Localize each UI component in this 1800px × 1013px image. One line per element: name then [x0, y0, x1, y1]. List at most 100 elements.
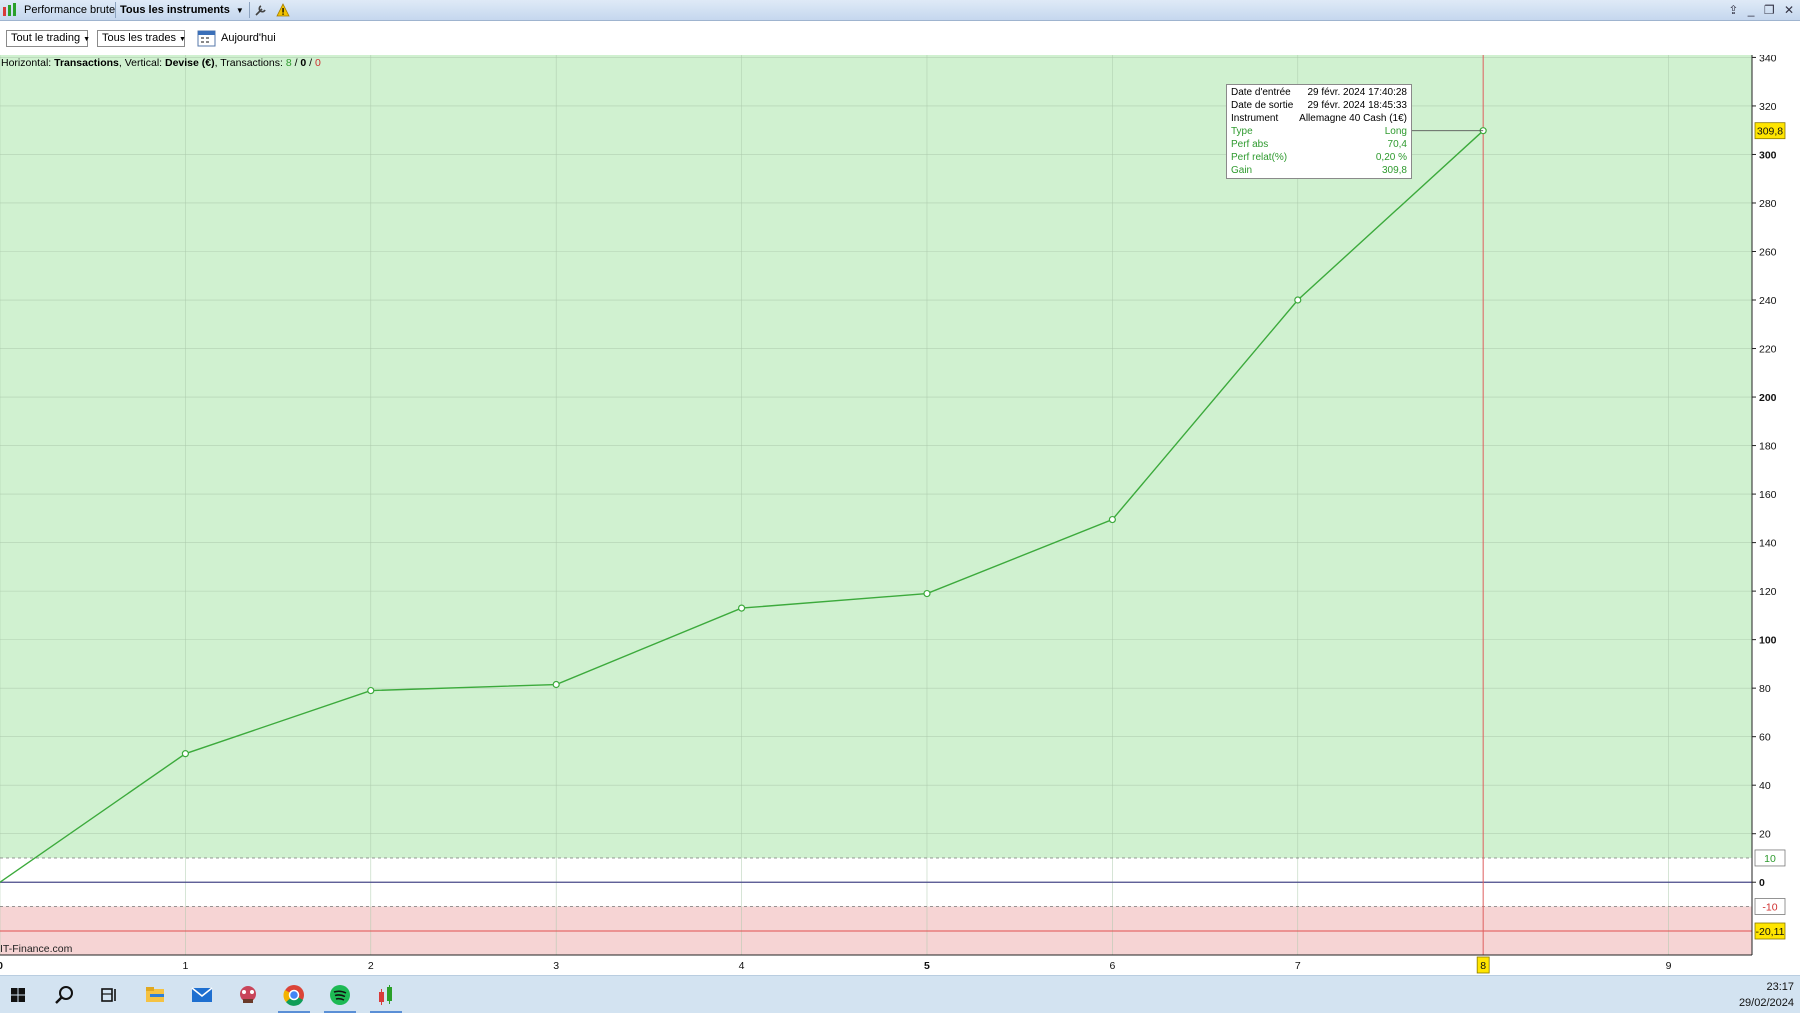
current-value-label: 309,8	[1757, 126, 1783, 138]
info-horizontal-prefix: Horizontal:	[1, 57, 55, 69]
calendar-icon[interactable]	[197, 29, 216, 50]
x-tick-label: 4	[739, 960, 745, 972]
separator	[249, 2, 250, 18]
selected-x-label: 8	[1480, 960, 1486, 972]
upper-threshold-label: 10	[1764, 853, 1776, 865]
instruments-label: Tous les instruments	[120, 4, 230, 16]
lower-threshold-label: -10	[1762, 901, 1777, 913]
y-tick-label: 220	[1759, 344, 1777, 356]
chevron-down-icon: ▼	[83, 36, 91, 43]
trades-filter-label: Tous les trades	[102, 32, 176, 44]
data-point	[737, 604, 746, 612]
wrench-icon[interactable]	[254, 3, 268, 17]
data-point	[923, 589, 931, 598]
info-horizontal-value: Transactions	[54, 57, 119, 69]
tooltip-value: 309,8	[1381, 165, 1407, 176]
tooltip-value: 0,20 %	[1375, 152, 1407, 163]
tooltip-key: Perf abs	[1231, 139, 1269, 150]
restore-icon[interactable]: ❐	[1764, 3, 1775, 17]
share-icon[interactable]: ⇪	[1728, 3, 1738, 17]
y-tick-label: 60	[1759, 732, 1771, 744]
y-tick-label: 200	[1759, 392, 1777, 404]
info-tx-losing: 0	[315, 57, 321, 69]
tooltip-key: Date de sortie	[1231, 100, 1294, 111]
chevron-down-icon: ▼	[235, 6, 244, 15]
trading-platform-icon[interactable]	[371, 980, 401, 1010]
y-axis-background	[1752, 55, 1800, 955]
chart-zones	[0, 55, 1800, 975]
performance-tab[interactable]: Performance brute	[24, 0, 115, 20]
info-tx-separator: /	[306, 57, 316, 69]
watermark-text: IT-Finance.com	[0, 943, 73, 955]
windows-start-icon[interactable]	[3, 980, 33, 1010]
tooltip-row-perf-abs: Perf abs 70,4	[1229, 138, 1409, 151]
clock-date: 29/02/2024	[1738, 997, 1794, 1009]
trades-filter-dropdown[interactable]: Tous les trades ▼	[97, 30, 186, 47]
x-axis-background	[0, 955, 1800, 975]
y-tick-label: 80	[1759, 683, 1771, 695]
info-vertical-prefix: , Vertical:	[118, 57, 165, 69]
mail-icon[interactable]	[187, 980, 217, 1010]
info-transactions-prefix: , Transactions:	[214, 57, 286, 69]
spotify-icon[interactable]	[325, 980, 355, 1010]
search-icon[interactable]	[49, 980, 79, 1010]
title-bar: Performance brute Tous les instruments ▼…	[0, 0, 1800, 21]
data-point	[552, 680, 560, 689]
y-tick-label: 180	[1759, 441, 1777, 453]
x-tick-label: 3	[553, 960, 559, 972]
tooltip-row-gain: Gain 309,8	[1229, 164, 1409, 177]
y-tick-label: 300	[1759, 149, 1777, 161]
system-clock[interactable]: 23:17 29/02/2024	[1739, 979, 1794, 1011]
chart-info-line: Horizontal: Transactions, Vertical: Devi…	[1, 57, 321, 69]
data-point	[1108, 515, 1116, 524]
chrome-icon[interactable]	[279, 980, 309, 1010]
chevron-down-icon: ▼	[179, 36, 186, 43]
tooltip-row-instrument: Instrument Allemagne 40 Cash (1€)	[1229, 112, 1409, 125]
y-tick-label: 280	[1759, 198, 1777, 210]
y-tick-label: 260	[1759, 246, 1777, 258]
x-tick-label: 9	[1666, 960, 1672, 972]
y-tick-label: 40	[1759, 780, 1771, 792]
y-tick-label: 160	[1759, 489, 1777, 501]
app-logo-icon	[2, 2, 18, 18]
y-tick-label: 100	[1759, 635, 1777, 647]
minimize-icon[interactable]: _	[1748, 3, 1755, 17]
x-tick-label: 1	[182, 960, 188, 972]
x-tick-label: 6	[1109, 960, 1115, 972]
y-tick-label: 120	[1759, 586, 1777, 598]
trading-filter-dropdown[interactable]: Tout le trading ▼	[6, 30, 91, 47]
file-explorer-icon[interactable]	[140, 980, 170, 1010]
profit-zone	[0, 55, 1752, 858]
clock-time: 23:17	[1766, 981, 1794, 993]
separator	[115, 2, 116, 18]
tooltip-key: Instrument	[1231, 113, 1279, 124]
data-point	[1294, 296, 1302, 304]
x-tick-label: 0	[0, 960, 3, 972]
tooltip-key: Type	[1231, 126, 1253, 137]
tooltip-key: Gain	[1231, 165, 1253, 176]
data-point	[367, 686, 375, 695]
performance-chart[interactable]: 3403203002802602402202001801601401201008…	[0, 55, 1800, 975]
tooltip-value: Allemagne 40 Cash (1€)	[1299, 113, 1407, 124]
y-tick-label: 140	[1759, 538, 1777, 550]
tooltip-row-entry-date: Date d'entrée 29 févr. 2024 17:40:28	[1229, 86, 1409, 99]
task-view-icon[interactable]	[94, 980, 124, 1010]
data-point	[181, 750, 189, 758]
trading-filter-label: Tout le trading	[11, 32, 81, 44]
date-range-label[interactable]: Aujourd'hui	[221, 32, 276, 44]
toolbar: Tout le trading ▼ Tous les trades ▼ Aujo…	[0, 21, 1800, 55]
tooltip-key: Date d'entrée	[1231, 87, 1291, 98]
y-tick-label: 340	[1759, 55, 1777, 64]
min-line-label: -20,11	[1756, 926, 1785, 938]
window-controls: ⇪ _ ❐ ✕	[1722, 0, 1794, 20]
tooltip-key: Perf relat(%)	[1231, 152, 1288, 163]
close-icon[interactable]: ✕	[1784, 3, 1794, 17]
tooltip-value: 70,4	[1387, 139, 1407, 150]
y-tick-label: 0	[1759, 877, 1765, 889]
warning-icon[interactable]	[276, 3, 290, 17]
instruments-dropdown[interactable]: Tous les instruments ▼	[120, 0, 244, 20]
tooltip-row-type: Type Long	[1229, 125, 1409, 138]
game-icon[interactable]	[233, 980, 263, 1010]
x-tick-label: 2	[368, 960, 374, 972]
tooltip-row-perf-relat: Perf relat(%) 0,20 %	[1229, 151, 1409, 164]
